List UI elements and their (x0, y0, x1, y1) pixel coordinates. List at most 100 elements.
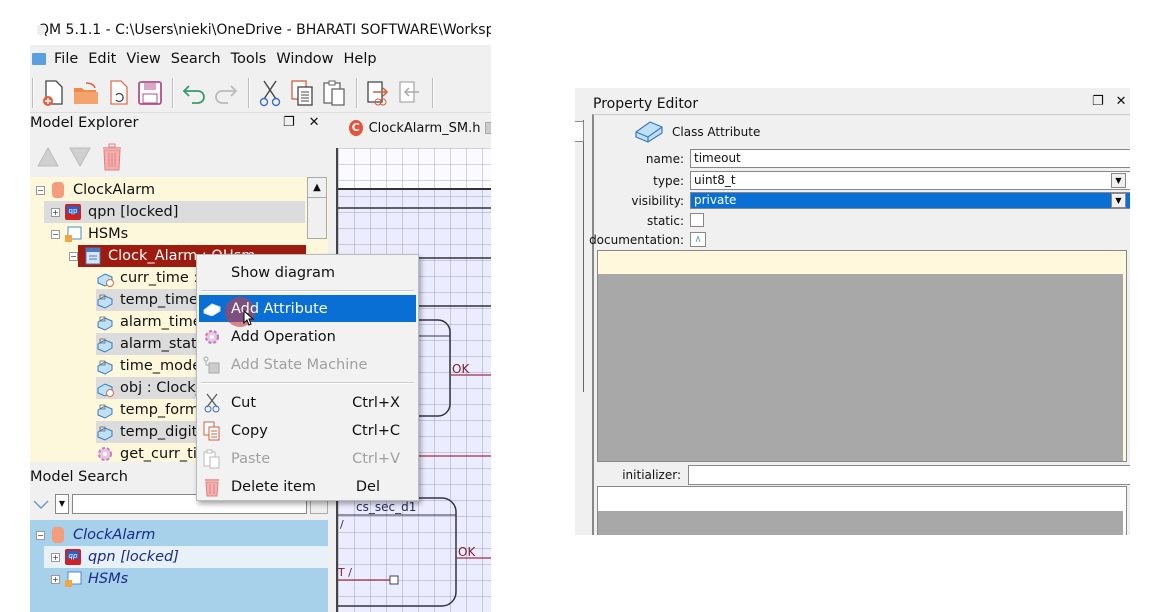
svg-text:qp: qp (69, 207, 78, 215)
tree-scrollbar[interactable]: ▲ (307, 177, 327, 239)
reload-model-button[interactable] (103, 78, 133, 108)
chevron-down-icon[interactable]: ▼ (1111, 193, 1126, 208)
delete-item-icon[interactable] (100, 143, 124, 171)
menu-search[interactable]: Search (171, 51, 221, 67)
float-dock-icon[interactable]: ❐ (283, 115, 295, 130)
visibility-select[interactable]: private ▼ (690, 192, 1130, 209)
state-box-cs-sec-d1 (338, 497, 457, 607)
search-result-item[interactable]: + HSMs (44, 568, 328, 590)
undo-button[interactable] (179, 78, 209, 108)
state-name-label: cs_sec_d1 (356, 500, 417, 514)
initializer-code-area[interactable] (597, 486, 1127, 535)
static-checkbox[interactable] (690, 213, 704, 227)
attribute-icon (97, 338, 113, 353)
search-options-icon[interactable] (30, 494, 52, 514)
collapse-toggle[interactable]: − (69, 251, 78, 261)
chevron-down-icon[interactable]: ▼ (1111, 173, 1126, 188)
model-explorer-toolbar (36, 142, 156, 172)
tree-item[interactable]: − ClockAlarm (30, 179, 305, 201)
copy-button[interactable] (287, 78, 317, 108)
menu-bar: File Edit View Search Tools Window Help (30, 47, 491, 71)
menu-item-delete[interactable]: Delete item Del (199, 473, 416, 500)
search-result-item[interactable]: − ClockAlarm (30, 524, 328, 546)
close-dock-icon[interactable]: ✕ (309, 115, 320, 130)
menu-separator (201, 382, 414, 384)
tree-item[interactable]: + qp qpn [locked] (44, 201, 305, 223)
expand-toggle[interactable]: + (51, 207, 60, 217)
initializer-input[interactable] (688, 465, 1130, 485)
menu-window[interactable]: Window (276, 51, 333, 67)
menu-view[interactable]: View (126, 51, 160, 67)
visibility-label: visibility: (631, 194, 684, 208)
documentation-textarea[interactable] (597, 250, 1127, 462)
name-input[interactable]: timeout (690, 149, 1130, 168)
model-search-results: − ClockAlarm + qp qpn [locked] + HSMs (30, 520, 328, 612)
documentation-label: documentation: (589, 233, 684, 247)
export-link-icon (367, 80, 389, 105)
search-mode-dropdown[interactable]: ▼ (55, 494, 69, 514)
search-result-item[interactable]: + qp qpn [locked] (44, 546, 328, 568)
menu-item-add-attribute[interactable]: Add Attribute (199, 295, 416, 327)
property-editor-dock-buttons: ❐ ✕ (1092, 94, 1127, 109)
menu-help[interactable]: Help (344, 51, 377, 67)
collapse-toggle[interactable]: − (36, 185, 45, 195)
collapse-toggle[interactable]: − (36, 530, 45, 540)
cut-icon (203, 393, 221, 412)
menu-item-add-state-machine[interactable]: Add State Machine (199, 351, 416, 378)
shortcut-label: Ctrl+V (352, 450, 400, 467)
menu-item-cut[interactable]: Cut Ctrl+X (199, 389, 416, 416)
collapse-toggle[interactable]: − (51, 229, 60, 239)
editor-tab-label: ClockAlarm_SM.h (368, 120, 481, 136)
export-link-button[interactable] (363, 78, 393, 108)
float-dock-icon[interactable]: ❐ (1092, 94, 1104, 109)
expand-toggle[interactable]: + (51, 574, 60, 584)
menu-file[interactable]: File (54, 51, 78, 67)
menu-item-paste[interactable]: Paste Ctrl+V (199, 445, 416, 472)
folder-icon (65, 571, 82, 587)
close-dock-icon[interactable]: ✕ (1116, 94, 1127, 109)
close-tab-icon[interactable] (484, 122, 491, 134)
move-up-icon[interactable] (36, 146, 60, 168)
copy-icon (203, 421, 221, 440)
save-model-icon (138, 80, 162, 105)
save-model-button[interactable] (135, 78, 165, 108)
expand-toggle[interactable]: + (51, 552, 60, 562)
trash-icon (203, 478, 221, 496)
package-icon (52, 527, 64, 543)
model-explorer-dock-buttons: ❐ ✕ (283, 115, 320, 130)
open-model-button[interactable] (71, 78, 101, 108)
toolbar-separator (172, 77, 174, 108)
shortcut-label: Ctrl+X (352, 394, 400, 411)
collapse-documentation-button[interactable]: ∧ (690, 232, 706, 247)
menu-item-show-diagram[interactable]: Show diagram (199, 259, 416, 286)
import-link-button[interactable] (395, 78, 425, 108)
copy-icon (291, 79, 313, 106)
tree-item[interactable]: − HSMs (44, 223, 305, 245)
new-model-button[interactable] (39, 78, 69, 108)
editor-tab[interactable]: C ClockAlarm_SM.h (335, 115, 491, 141)
menu-tools[interactable]: Tools (231, 51, 267, 67)
side-panel-button[interactable] (575, 121, 584, 142)
type-combobox[interactable]: uint8_t ▼ (690, 171, 1130, 190)
menu-edit[interactable]: Edit (88, 51, 116, 67)
paste-icon (203, 449, 221, 468)
context-menu: Show diagram Add Attribute Add Operation… (196, 254, 419, 501)
new-model-icon (43, 79, 63, 106)
move-down-icon[interactable] (68, 146, 92, 168)
reload-model-icon (110, 79, 128, 105)
c-file-icon: C (349, 120, 363, 136)
property-editor-title: Property Editor (593, 96, 699, 112)
transition-handle (389, 575, 399, 585)
paste-button[interactable] (319, 78, 349, 108)
cut-button[interactable] (255, 78, 285, 108)
menu-item-copy[interactable]: Copy Ctrl+C (199, 417, 416, 444)
menu-item-add-operation[interactable]: Add Operation (199, 323, 416, 350)
main-toolbar (30, 73, 491, 113)
paste-icon (323, 80, 345, 106)
toolbar-separator (32, 77, 34, 108)
redo-button[interactable] (211, 78, 241, 108)
attribute-icon (97, 426, 113, 441)
scroll-up-icon[interactable]: ▲ (308, 178, 326, 198)
transition-label-ok: OK (458, 545, 476, 559)
menu-separator (201, 290, 414, 292)
